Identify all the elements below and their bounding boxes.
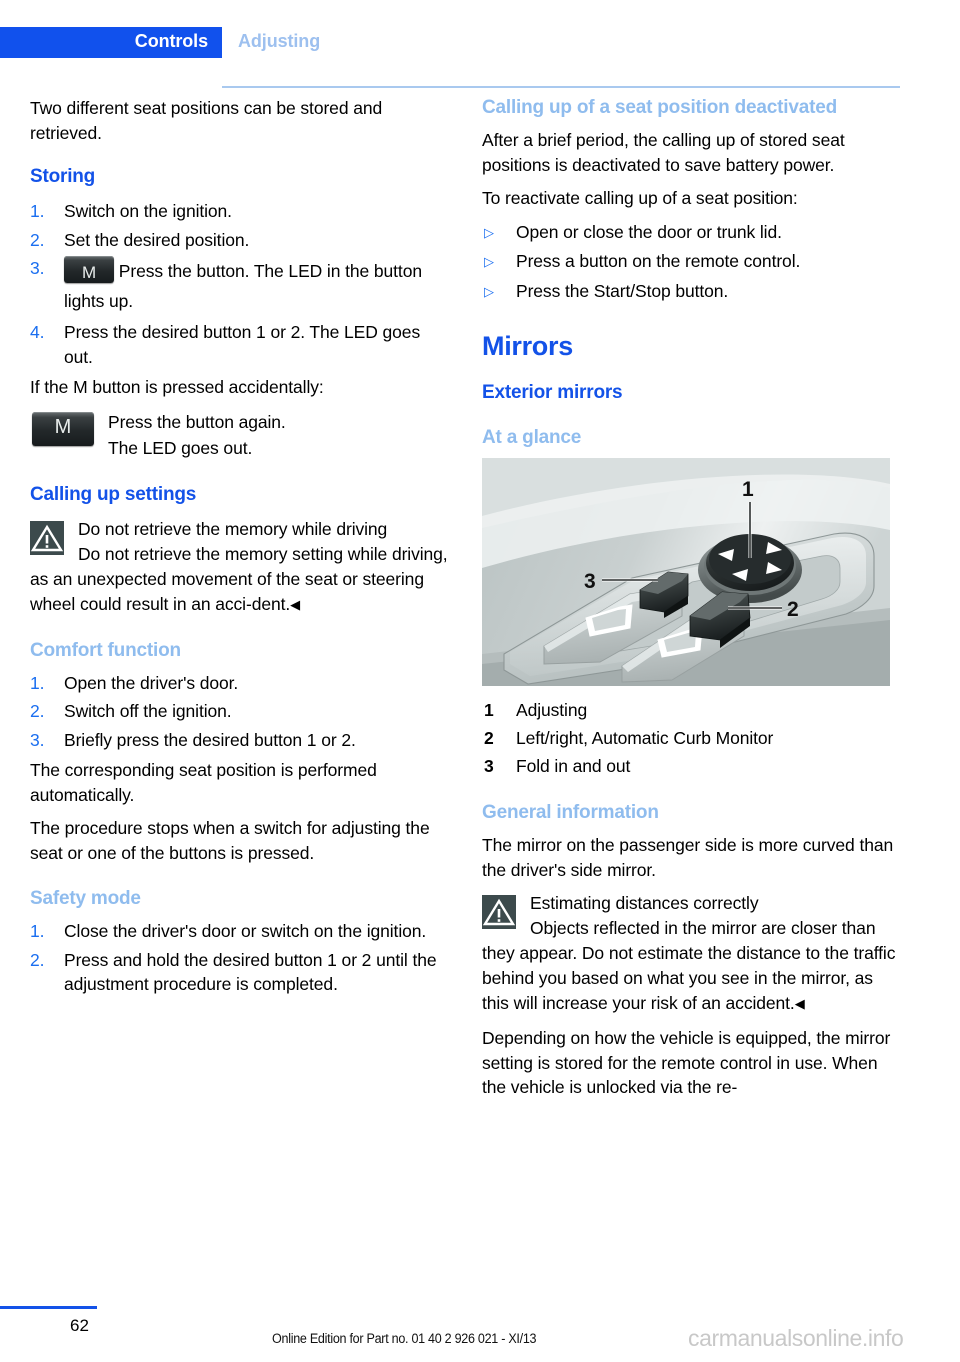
figure-legend: 1 Adjusting 2 Left/right, Automatic Curb…	[482, 698, 902, 779]
svg-text:3: 3	[584, 570, 596, 593]
warning-block-distances: Estimating distances correctly Objects r…	[482, 891, 902, 1016]
accidental-press-intro: If the M button is pressed accidentally:	[30, 377, 324, 397]
legend-text: Fold in and out	[516, 756, 631, 776]
deactivated-paragraph-2: To reactivate calling up of a seat posit…	[482, 188, 798, 208]
step-number: 3.	[30, 258, 45, 278]
deactivated-paragraph-1: After a brief period, the calling up of …	[482, 130, 845, 175]
step-number: 4.	[30, 322, 45, 342]
heading-at-a-glance: At a glance	[482, 427, 582, 448]
step-text: Switch on the ignition.	[64, 201, 232, 221]
legend-item: 1 Adjusting	[482, 698, 902, 723]
comfort-step-list: 1. Open the driver's door. 2. Switch off…	[30, 671, 450, 753]
legend-item: 2 Left/right, Automatic Curb Monitor	[482, 726, 902, 751]
page-header: Controls Adjusting	[0, 27, 960, 88]
warning-body: Do not retrieve the memory setting while…	[30, 542, 450, 617]
header-underline	[222, 86, 900, 88]
reactivate-bullet: ▷ Press a button on the remote control.	[482, 249, 902, 274]
step-text: Close the driver's door or switch on the…	[64, 921, 427, 941]
legend-text: Adjusting	[516, 700, 588, 720]
step-number: 2.	[30, 229, 45, 250]
triangle-bullet-icon: ▷	[484, 283, 494, 299]
left-column: Two different seat positions can be stor…	[30, 96, 450, 1003]
comfort-step: 3. Briefly press the desired button 1 or…	[30, 728, 450, 753]
door-panel-mirror-controls-illustration: 1 3 2	[482, 458, 890, 686]
svg-text:2: 2	[787, 598, 799, 621]
storing-step: 4. Press the desired button 1 or 2. The …	[30, 320, 450, 369]
storing-step: 1. Switch on the ignition.	[30, 199, 450, 224]
triangle-bullet-icon: ▷	[484, 224, 494, 240]
warning-body-text: Do not retrieve the memory setting while…	[30, 543, 448, 614]
general-info-paragraph-2: Depending on how the vehicle is equipped…	[482, 1028, 891, 1097]
svg-text:1: 1	[742, 478, 754, 501]
step-text: Open the driver's door.	[64, 672, 239, 693]
heading-calling-up-deactivated: Calling up of a seat position deactivate…	[482, 97, 837, 118]
step-number: 2.	[30, 949, 45, 970]
header-tab-controls: Controls	[0, 27, 222, 58]
reactivate-bullet-list: ▷ Open or close the door or trunk lid. ▷…	[482, 220, 902, 304]
footer-rule	[0, 1306, 97, 1309]
heading-calling-up-settings: Calling up settings	[30, 483, 197, 505]
safety-mode-step: 2. Press and hold the desired button 1 o…	[30, 948, 450, 997]
legend-text: Left/right, Automatic Curb Monitor	[516, 728, 774, 748]
bullet-text: Press a button on the remote control.	[516, 251, 801, 271]
warning-title: Estimating distances correctly	[530, 893, 759, 913]
warning-body: Objects reflected in the mirror are clos…	[482, 916, 902, 1016]
memory-m-button-icon: M	[32, 411, 94, 446]
step-number: 1.	[30, 672, 45, 693]
step-text: Set the desired position.	[64, 229, 250, 250]
heading-storing: Storing	[30, 166, 96, 187]
step-number: 1.	[30, 201, 45, 221]
step-text: Press the button. The LED in the button …	[64, 261, 422, 311]
accidental-press-block: M Press the button again. The LED goes o…	[30, 409, 450, 463]
warning-triangle-icon	[30, 520, 64, 555]
bullet-text: Open or close the door or trunk lid.	[516, 221, 782, 242]
reactivate-bullet: ▷ Press the Start/Stop button.	[482, 279, 902, 304]
heading-mirrors: Mirrors	[482, 331, 573, 361]
reactivate-bullet: ▷ Open or close the door or trunk lid.	[482, 220, 902, 245]
storing-step: 2. Set the desired position.	[30, 228, 450, 253]
comfort-paragraph-1: The corresponding seat position is perfo…	[30, 760, 377, 805]
step-text: Press and hold the desired button 1 or 2…	[64, 949, 437, 995]
comfort-step: 2. Switch off the ignition.	[30, 699, 450, 724]
warning-end-mark: ◀	[794, 996, 805, 1011]
step-text: Switch off the ignition.	[64, 701, 232, 721]
memory-m-button-icon: M	[64, 256, 114, 283]
header-tab-adjusting-label: Adjusting	[238, 31, 321, 51]
warning-end-mark: ◀	[290, 596, 301, 612]
heading-safety-mode: Safety mode	[30, 888, 141, 909]
page-number: 62	[70, 1316, 89, 1335]
legend-number: 2	[484, 728, 494, 748]
step-number: 2.	[30, 701, 45, 721]
bullet-text: Press the Start/Stop button.	[516, 280, 729, 301]
step-number: 1.	[30, 921, 45, 941]
edition-note: Online Edition for Part no. 01 40 2 926 …	[272, 1331, 537, 1346]
heading-comfort-function: Comfort function	[30, 639, 181, 661]
storing-step: 3. M Press the button. The LED in the bu…	[30, 256, 450, 316]
intro-paragraph: Two different seat positions can be stor…	[30, 98, 383, 143]
header-tab-controls-label: Controls	[134, 31, 208, 51]
step-number: 3.	[30, 729, 45, 750]
heading-exterior-mirrors: Exterior mirrors	[482, 382, 623, 403]
step-text: Press the desired button 1 or 2. The LED…	[64, 322, 421, 367]
m-button-letter: M	[54, 415, 72, 438]
heading-general-information: General information	[482, 802, 659, 823]
warning-body-text: Objects reflected in the mirror are clos…	[482, 918, 896, 1013]
legend-number: 1	[484, 700, 494, 720]
warning-title: Do not retrieve the memory while driving	[78, 518, 388, 539]
comfort-paragraph-2: The procedure stops when a switch for ad…	[30, 818, 430, 863]
legend-item: 3 Fold in and out	[482, 754, 902, 779]
m-button-letter: M	[81, 263, 97, 282]
warning-triangle-icon	[482, 895, 516, 929]
triangle-bullet-icon: ▷	[484, 254, 494, 269]
safety-mode-step: 1. Close the driver's door or switch on …	[30, 919, 450, 944]
safety-mode-step-list: 1. Close the driver's door or switch on …	[30, 919, 450, 997]
storing-step-list: 1. Switch on the ignition. 2. Set the de…	[30, 199, 450, 369]
comfort-step: 1. Open the driver's door.	[30, 671, 450, 696]
step-text: Briefly press the desired button 1 or 2.	[64, 729, 356, 750]
general-info-paragraph-1: The mirror on the passenger side is more…	[482, 835, 894, 880]
watermark: carmanualsonline.info	[688, 1325, 904, 1351]
right-column: Calling up of a seat position deactivate…	[482, 96, 902, 1109]
legend-number: 3	[484, 756, 494, 776]
warning-block-memory: Do not retrieve the memory while driving…	[30, 517, 450, 617]
